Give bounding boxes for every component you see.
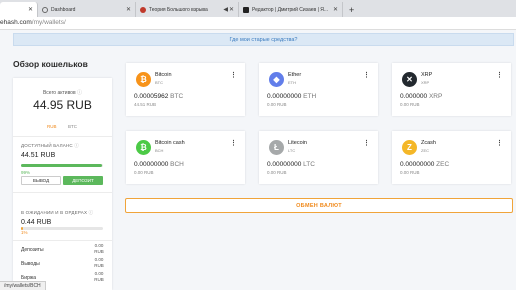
wallet-symbol: LTC xyxy=(288,148,296,153)
close-tab-icon[interactable]: ✕ xyxy=(126,6,131,13)
litecoin-icon: Ł xyxy=(269,140,284,155)
pending-balance-label: В ОЖИДАНИИ И В ОРДЕРАХ ⓘ xyxy=(21,210,94,215)
wallet-card-eth[interactable]: ◆ Ether ETH ⋮ 0.00000000 ETH 0.00 RUB xyxy=(259,63,378,116)
more-vert-icon[interactable]: ⋮ xyxy=(230,139,237,147)
wallet-symbol: BCH xyxy=(155,148,164,153)
address-bar[interactable]: ehash.com/my/wallets/ xyxy=(0,17,516,30)
xrp-icon: ✕ xyxy=(402,72,417,87)
wallet-symbol: ETH xyxy=(288,80,296,85)
browser-tab-editor[interactable]: Редактор | Дмитрий Сизаев | Я... ✕ xyxy=(239,2,343,17)
wallet-name: XRP xyxy=(421,72,433,78)
withdrawals-label: Выводы xyxy=(21,261,40,267)
wallet-symbol: ZEC xyxy=(421,148,429,153)
wallet-fiat-value: 0.00 RUB xyxy=(267,170,287,175)
zcash-icon: Z xyxy=(402,140,417,155)
deposits-value: 0.00 RUB xyxy=(94,243,104,254)
exchange-row-value: 0.00 RUB xyxy=(94,271,104,282)
info-icon[interactable]: ⓘ xyxy=(77,90,82,96)
available-balance-value: 44.51 RUB xyxy=(21,152,56,159)
wallet-fiat-value: 0.00 RUB xyxy=(400,102,420,107)
status-bar-url: /my/wallets/BCH xyxy=(0,281,46,290)
bitcoin-cash-icon: ₿ xyxy=(136,140,151,155)
browser-tab-active[interactable]: ✕ xyxy=(0,2,38,17)
ethereum-icon: ◆ xyxy=(269,72,284,87)
divider xyxy=(13,192,112,193)
wallet-card-xrp[interactable]: ✕ XRP XRP ⋮ 0.000000 XRP 0.00 RUB xyxy=(392,63,511,116)
withdrawals-value: 0.00 RUB xyxy=(94,257,104,268)
pending-percent: 1% xyxy=(21,230,28,235)
wallet-name: Bitcoin cash xyxy=(155,140,185,146)
wallet-card-bch[interactable]: ₿ Bitcoin cash BCH ⋮ 0.00000000 BCH 0.00… xyxy=(126,131,245,184)
wallet-card-zec[interactable]: Z Zcash ZEC ⋮ 0.00000000 ZEC 0.00 RUB xyxy=(392,131,511,184)
wallet-name: Zcash xyxy=(421,140,436,146)
currency-option-rub[interactable]: RUB xyxy=(47,124,57,129)
wallet-name: Bitcoin xyxy=(155,72,172,78)
old-funds-notice-link[interactable]: Где мои старые средства? xyxy=(13,33,514,46)
wallet-fiat-value: 0.00 RUB xyxy=(400,170,420,175)
wallet-balance: 0.00005962 BTC xyxy=(134,93,184,100)
available-percent: 99% xyxy=(21,170,31,175)
available-progress-track xyxy=(21,164,103,167)
wallet-symbol: BTC xyxy=(155,80,163,85)
wallet-card-ltc[interactable]: Ł Litecoin LTC ⋮ 0.00000000 LTC 0.00 RUB xyxy=(259,131,378,184)
available-progress-fill xyxy=(21,164,103,167)
site-favicon-icon xyxy=(140,6,146,13)
wallet-card-btc[interactable]: ₿ Bitcoin BTC ⋮ 0.00005962 BTC 44.51 RUB xyxy=(126,63,245,116)
close-tab-icon[interactable]: ✕ xyxy=(229,6,234,13)
new-tab-button[interactable]: + xyxy=(343,2,360,17)
more-vert-icon[interactable]: ⋮ xyxy=(496,139,503,147)
info-icon[interactable]: ⓘ xyxy=(74,143,79,148)
close-tab-icon[interactable]: ✕ xyxy=(333,6,338,13)
wallet-balance: 0.00000000 BCH xyxy=(134,161,184,168)
total-assets-label: Всего активов ⓘ xyxy=(42,90,83,96)
divider xyxy=(13,240,112,241)
wallet-balance: 0.000000 XRP xyxy=(400,93,443,100)
deposits-label: Депозиты xyxy=(21,247,44,253)
currency-option-btc[interactable]: BTC xyxy=(68,124,77,129)
wallet-fiat-value: 0.00 RUB xyxy=(267,102,287,107)
wallet-name: Litecoin xyxy=(288,140,307,146)
more-vert-icon[interactable]: ⋮ xyxy=(496,71,503,79)
pending-progress-track xyxy=(21,227,103,230)
site-favicon-icon xyxy=(243,6,249,13)
browser-tab-bar: ✕ Dashboard ✕ Теория Большого взрыва ◀ ✕… xyxy=(0,0,516,17)
wallet-fiat-value: 0.00 RUB xyxy=(134,170,154,175)
balance-summary-panel: Всего активов ⓘ 44.95 RUB RUB BTC ДОСТУП… xyxy=(13,78,112,290)
close-tab-icon[interactable]: ✕ xyxy=(28,6,33,13)
speaker-icon[interactable]: ◀ xyxy=(223,6,228,13)
address-text[interactable]: ehash.com/my/wallets/ xyxy=(0,19,66,26)
globe-icon xyxy=(42,6,48,13)
wallet-balance: 0.00000000 LTC xyxy=(267,161,315,168)
total-assets-value: 44.95 RUB xyxy=(33,98,92,112)
withdraw-button[interactable]: ВЫВОД xyxy=(21,176,61,185)
divider xyxy=(13,136,112,137)
bitcoin-icon: ₿ xyxy=(136,72,151,87)
more-vert-icon[interactable]: ⋮ xyxy=(230,71,237,79)
wallet-fiat-value: 44.51 RUB xyxy=(134,102,157,107)
more-vert-icon[interactable]: ⋮ xyxy=(363,139,370,147)
browser-tab-dashboard[interactable]: Dashboard ✕ xyxy=(38,2,136,17)
wallet-symbol: XRP xyxy=(421,80,430,85)
wallet-balance: 0.00000000 ETH xyxy=(267,93,317,100)
exchange-currency-button[interactable]: ОБМЕН ВАЛЮТ xyxy=(125,198,513,213)
info-icon[interactable]: ⓘ xyxy=(89,210,94,215)
available-balance-label: ДОСТУПНЫЙ БАЛАНС ⓘ xyxy=(21,143,79,148)
browser-tab-tbbt[interactable]: Теория Большого взрыва ◀ ✕ xyxy=(136,2,239,17)
more-vert-icon[interactable]: ⋮ xyxy=(363,71,370,79)
wallet-name: Ether xyxy=(288,72,302,78)
page-title: Обзор кошельков xyxy=(13,59,88,69)
pending-balance-value: 0.44 RUB xyxy=(21,219,52,226)
wallet-balance: 0.00000000 ZEC xyxy=(400,161,450,168)
deposit-button[interactable]: ДЕПОЗИТ xyxy=(63,176,103,185)
